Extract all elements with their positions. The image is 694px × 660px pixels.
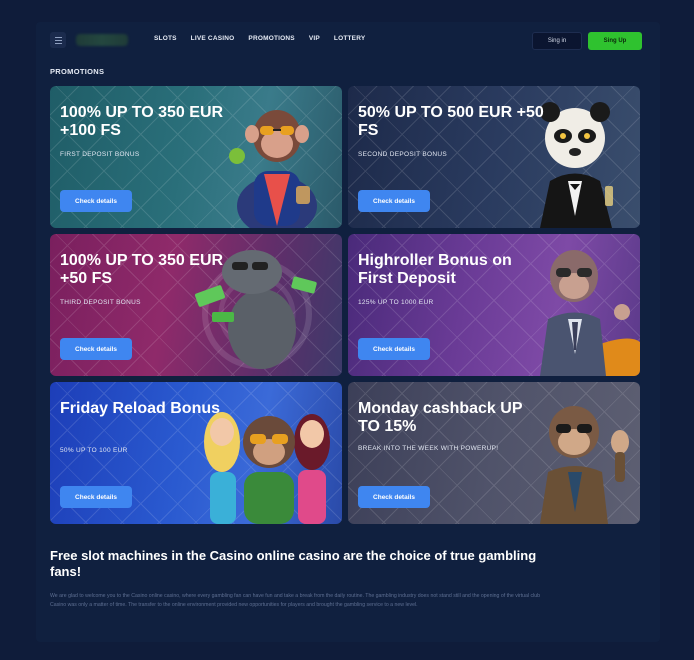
section-title: PROMOTIONS — [50, 67, 105, 76]
promo-title: Monday cashback UP TO 15% — [358, 400, 523, 435]
promo-subtitle: BREAK INTO THE WEEK WITH POWERUP! — [358, 445, 499, 452]
promo-subtitle: 125% UP TO 1000 EUR — [358, 299, 434, 306]
check-details-button[interactable]: Check details — [358, 190, 430, 212]
promo-card[interactable]: Friday Reload Bonus 50% UP TO 100 EUR Ch… — [50, 382, 342, 524]
page-container: SLOTS LIVE CASINO PROMOTIONS VIP LOTTERY… — [36, 22, 660, 642]
menu-icon[interactable] — [50, 32, 66, 48]
nav-live-casino[interactable]: LIVE CASINO — [191, 35, 235, 42]
promo-card[interactable]: 50% UP TO 500 EUR +50 FS SECOND DEPOSIT … — [348, 86, 640, 228]
nav-promotions[interactable]: PROMOTIONS — [248, 35, 294, 42]
promo-card[interactable]: Monday cashback UP TO 15% BREAK INTO THE… — [348, 382, 640, 524]
promo-subtitle: THIRD DEPOSIT BONUS — [60, 299, 141, 306]
article-title: Free slot machines in the Casino online … — [50, 548, 537, 579]
promo-title: 100% UP TO 350 EUR +50 FS — [60, 252, 224, 287]
check-details-button[interactable]: Check details — [358, 486, 430, 508]
nav-lottery[interactable]: LOTTERY — [334, 35, 366, 42]
promo-subtitle: SECOND DEPOSIT BONUS — [358, 151, 447, 158]
promo-title: 50% UP TO 500 EUR +50 FS — [358, 104, 544, 139]
nav-slots[interactable]: SLOTS — [154, 35, 177, 42]
check-details-button[interactable]: Check details — [60, 486, 132, 508]
promo-title: 100% UP TO 350 EUR +100 FS — [60, 104, 224, 139]
check-details-button[interactable]: Check details — [60, 190, 132, 212]
promo-subtitle: 50% UP TO 100 EUR — [60, 447, 128, 454]
promo-subtitle: FIRST DEPOSIT BONUS — [60, 151, 140, 158]
site-logo[interactable] — [76, 34, 128, 46]
promo-card[interactable]: Highroller Bonus on First Deposit 125% U… — [348, 234, 640, 376]
article-body: We are glad to welcome you to the Casino… — [50, 593, 541, 608]
check-details-button[interactable]: Check details — [60, 338, 132, 360]
top-header: SLOTS LIVE CASINO PROMOTIONS VIP LOTTERY… — [50, 32, 646, 52]
promotions-grid: 100% UP TO 350 EUR +100 FS FIRST DEPOSIT… — [50, 86, 640, 526]
nav-vip[interactable]: VIP — [309, 35, 320, 42]
promo-title: Friday Reload Bonus — [60, 400, 221, 417]
sign-up-button[interactable]: Sing Up — [588, 32, 642, 50]
promo-title: Highroller Bonus on First Deposit — [358, 252, 512, 287]
promo-card[interactable]: 100% UP TO 350 EUR +100 FS FIRST DEPOSIT… — [50, 86, 342, 228]
check-details-button[interactable]: Check details — [358, 338, 430, 360]
promo-card[interactable]: 100% UP TO 350 EUR +50 FS THIRD DEPOSIT … — [50, 234, 342, 376]
sign-in-button[interactable]: Sing in — [532, 32, 582, 50]
main-nav: SLOTS LIVE CASINO PROMOTIONS VIP LOTTERY — [154, 35, 365, 42]
